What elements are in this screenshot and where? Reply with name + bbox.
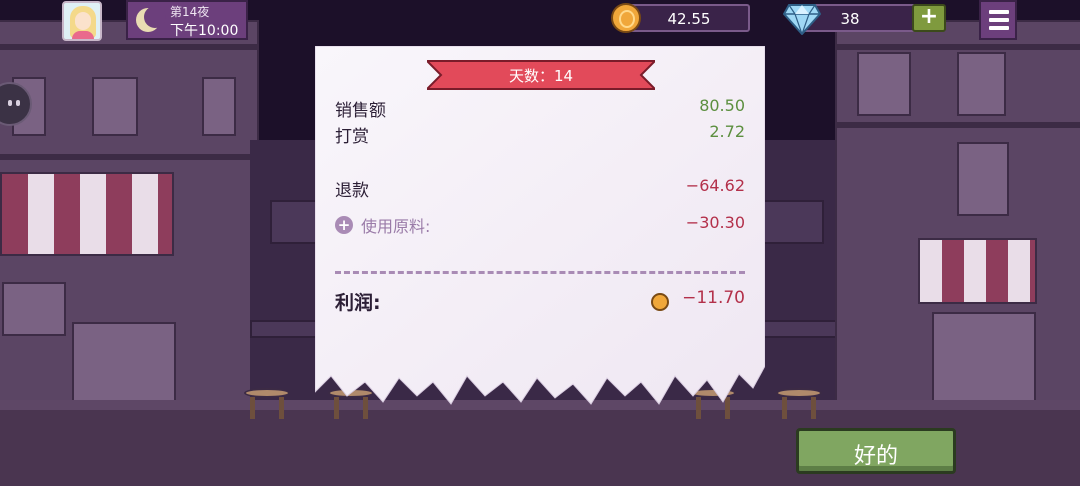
ok-button-label: 好的 (853, 444, 898, 469)
receipt-row-profit: 利润: −11.70 (335, 288, 745, 314)
daily-receipt: 天数：14 销售额 80.50 打赏 2.72 退款 −64.62 + 使用原料… (315, 46, 765, 414)
ingredients-value: −30.30 (685, 213, 745, 232)
day-banner-text: 天数：14 (508, 67, 574, 85)
receipt-row-refunds: 退款 −64.62 (335, 176, 745, 201)
receipt-row-ingredients[interactable]: + 使用原料: −30.30 (335, 213, 745, 237)
expand-plus-icon[interactable]: + (335, 216, 353, 234)
receipt-row-sales: 销售额 80.50 (335, 96, 745, 121)
profit-coin-icon (651, 293, 669, 311)
sales-label: 销售额 (335, 101, 386, 121)
tips-value: 2.72 (709, 122, 745, 141)
left-awning (0, 172, 174, 256)
right-awning (918, 238, 1037, 304)
time-label: 下午10:00 (170, 23, 239, 39)
coin-balance: 42.55 (628, 4, 750, 32)
hamburger-icon (989, 10, 1009, 14)
profit-label: 利润: (335, 292, 381, 314)
add-gems-button[interactable]: + (912, 4, 946, 32)
coin-icon (611, 3, 641, 33)
stool (244, 388, 290, 419)
stool (776, 388, 822, 419)
profit-value: −11.70 (682, 288, 745, 308)
right-building (835, 20, 1080, 424)
menu-button[interactable] (979, 0, 1017, 40)
tips-label: 打赏 (335, 127, 369, 147)
refunds-label: 退款 (335, 181, 369, 201)
receipt-divider (335, 271, 745, 274)
moon-icon (136, 6, 166, 32)
refunds-value: −64.62 (685, 176, 745, 195)
sales-value: 80.50 (699, 96, 745, 115)
night-time-panel: 第14夜 下午10:00 (126, 0, 248, 40)
coin-value: 42.55 (667, 10, 711, 28)
diamond-icon (783, 4, 821, 35)
night-label: 第14夜 (170, 5, 210, 19)
ingredients-label: 使用原料: (361, 217, 431, 236)
ok-button[interactable]: 好的 (796, 428, 956, 474)
player-avatar[interactable] (62, 1, 102, 41)
receipt-row-tips: 打赏 2.72 (335, 122, 745, 147)
